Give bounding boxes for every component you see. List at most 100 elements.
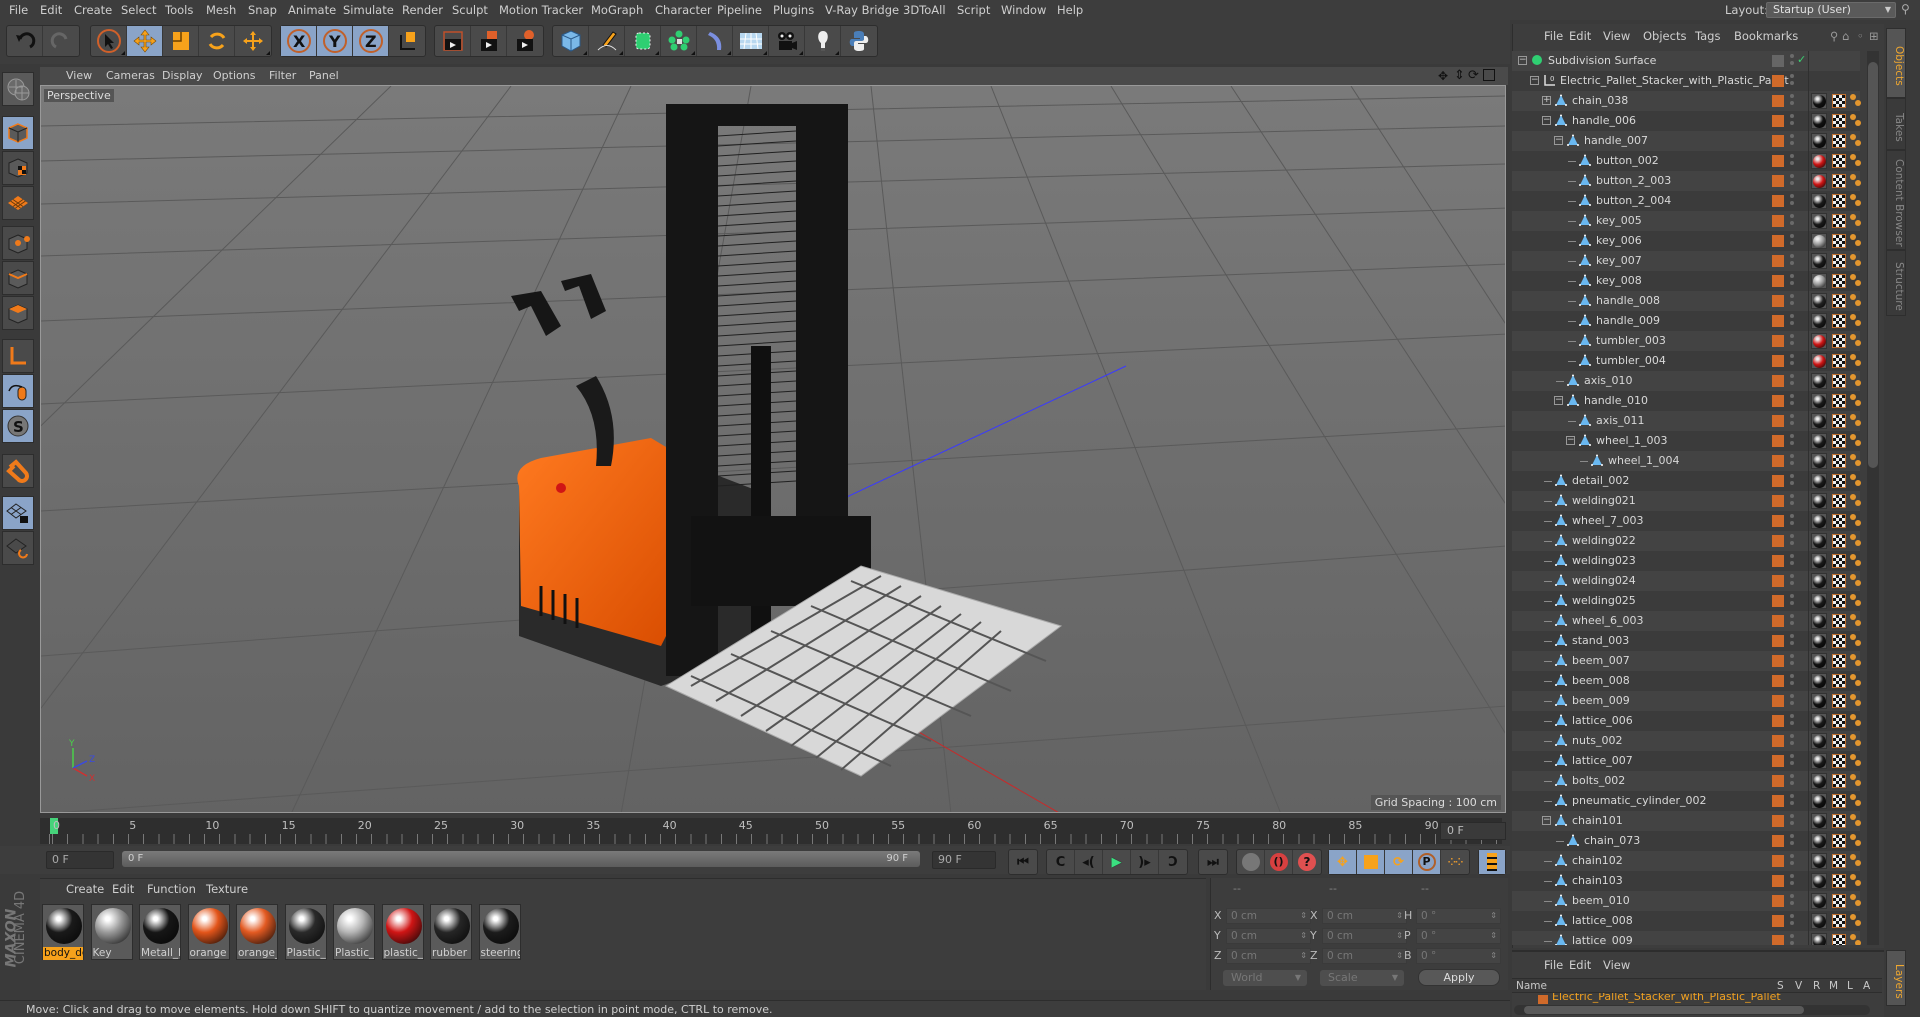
uvw-tag-icon[interactable]	[1832, 294, 1846, 308]
phong-tag-icon[interactable]	[1850, 674, 1862, 688]
object-row[interactable]: lattice_009	[1512, 931, 1861, 945]
end-frame-field[interactable]: 90 F	[932, 851, 996, 869]
add-deformer-button[interactable]	[697, 26, 733, 56]
object-row[interactable]: detail_002	[1512, 471, 1861, 491]
object-row[interactable]: bolts_002	[1512, 771, 1861, 791]
viewport-perspective[interactable]: Perspective Y X Z Grid Spacing: 100 cm	[40, 85, 1506, 813]
model-mode-button[interactable]	[2, 116, 34, 150]
menu-mograph[interactable]: MoGraph	[591, 3, 643, 17]
object-row[interactable]: wheel_6_003	[1512, 611, 1861, 631]
phong-tag-icon[interactable]	[1850, 274, 1862, 288]
object-row[interactable]: chain_073	[1512, 831, 1861, 851]
material-tag-icon[interactable]	[1811, 513, 1827, 529]
visibility-toggle[interactable]	[1790, 114, 1794, 128]
object-name[interactable]: tumbler_004	[1596, 354, 1666, 367]
layer-color-tag[interactable]	[1772, 855, 1784, 867]
z-axis-lock-button[interactable]: Z	[353, 26, 389, 56]
uvw-tag-icon[interactable]	[1832, 554, 1846, 568]
material-tag-icon[interactable]	[1811, 713, 1827, 729]
object-name[interactable]: stand_003	[1572, 634, 1629, 647]
object-name[interactable]: axis_010	[1584, 374, 1633, 387]
menu-sculpt[interactable]: Sculpt	[452, 3, 488, 17]
object-name[interactable]: welding024	[1572, 574, 1636, 587]
material-tag-icon[interactable]	[1811, 493, 1827, 509]
material-tag-icon[interactable]	[1811, 933, 1827, 945]
phong-tag-icon[interactable]	[1850, 434, 1862, 448]
lm-menu-edit[interactable]: Edit	[1569, 958, 1591, 972]
object-name[interactable]: welding025	[1572, 594, 1636, 607]
object-name[interactable]: lattice_008	[1572, 914, 1633, 927]
layer-color-tag[interactable]	[1772, 535, 1784, 547]
visibility-toggle[interactable]	[1790, 94, 1794, 108]
visibility-toggle[interactable]	[1790, 74, 1794, 88]
add-camera-button[interactable]	[769, 26, 805, 56]
spinner-icon[interactable]: ⇕	[1490, 929, 1497, 943]
phong-tag-icon[interactable]	[1850, 354, 1862, 368]
phong-tag-icon[interactable]	[1850, 734, 1862, 748]
layer-color-tag[interactable]	[1772, 215, 1784, 227]
collapse-icon[interactable]: −	[1542, 816, 1551, 825]
phong-tag-icon[interactable]	[1850, 694, 1862, 708]
material-tag-icon[interactable]	[1811, 393, 1827, 409]
phong-tag-icon[interactable]	[1850, 314, 1862, 328]
material-tag-icon[interactable]	[1811, 573, 1827, 589]
add-cube-button[interactable]	[553, 26, 589, 56]
phong-tag-icon[interactable]	[1850, 494, 1862, 508]
coord-value-field[interactable]: 0 cm ⇕	[1226, 908, 1311, 924]
uvw-tag-icon[interactable]	[1832, 714, 1846, 728]
object-name[interactable]: axis_011	[1596, 414, 1645, 427]
phong-tag-icon[interactable]	[1850, 374, 1862, 388]
phong-tag-icon[interactable]	[1850, 514, 1862, 528]
layer-color-tag[interactable]	[1772, 575, 1784, 587]
object-name[interactable]: welding023	[1572, 554, 1636, 567]
layer-color-tag[interactable]	[1772, 635, 1784, 647]
collapse-icon[interactable]: −	[1554, 396, 1563, 405]
autokey-button[interactable]: ()	[1265, 850, 1293, 874]
object-name[interactable]: pneumatic_cylinder_002	[1572, 794, 1706, 807]
maximize-view-icon[interactable]	[1483, 69, 1495, 81]
object-row[interactable]: beem_010	[1512, 891, 1861, 911]
material-tag-icon[interactable]	[1811, 373, 1827, 389]
y-axis-lock-button[interactable]: Y	[317, 26, 353, 56]
object-row[interactable]: lattice_008	[1512, 911, 1861, 931]
workplane-lock-button[interactable]	[2, 496, 34, 530]
spinner-icon[interactable]: ⇕	[1396, 949, 1403, 963]
material-tag-icon[interactable]	[1811, 133, 1827, 149]
object-name[interactable]: chain101	[1572, 814, 1623, 827]
layer-horizontal-scrollbar[interactable]	[1514, 1005, 1870, 1015]
key-rotation-button[interactable]: ⟳	[1385, 850, 1413, 874]
uvw-tag-icon[interactable]	[1832, 254, 1846, 268]
material-swatch[interactable]: Plastic_p	[333, 904, 375, 960]
uvw-tag-icon[interactable]	[1832, 894, 1846, 908]
material-tag-icon[interactable]	[1811, 113, 1827, 129]
start-frame-field[interactable]: 0 F	[46, 851, 114, 869]
material-swatch[interactable]: rubber	[430, 904, 472, 960]
layer-color-tag[interactable]	[1772, 495, 1784, 507]
phong-tag-icon[interactable]	[1850, 594, 1862, 608]
layer-color-tag[interactable]	[1772, 915, 1784, 927]
layer-color-tag[interactable]	[1772, 195, 1784, 207]
phong-tag-icon[interactable]	[1850, 214, 1862, 228]
phong-tag-icon[interactable]	[1850, 254, 1862, 268]
menu-character[interactable]: Character	[655, 3, 712, 17]
phong-tag-icon[interactable]	[1850, 414, 1862, 428]
snap-button[interactable]	[2, 454, 34, 488]
layer-color-tag[interactable]	[1772, 595, 1784, 607]
coord-value-field[interactable]: 0 ° ⇕	[1416, 948, 1501, 964]
apply-button[interactable]: Apply	[1418, 969, 1500, 986]
coord-value-field[interactable]: 0 cm ⇕	[1322, 928, 1407, 944]
layer-color-tag[interactable]	[1772, 875, 1784, 887]
object-name[interactable]: beem_007	[1572, 654, 1630, 667]
workplane-mode-button[interactable]	[2, 186, 34, 220]
spinner-icon[interactable]: ⇕	[1490, 909, 1497, 923]
menu-plugins[interactable]: Plugins	[773, 3, 814, 17]
uvw-tag-icon[interactable]	[1832, 614, 1846, 628]
material-tag-icon[interactable]	[1811, 473, 1827, 489]
om-menu-view[interactable]: View	[1603, 29, 1630, 43]
om-visibility-icon[interactable]: ◦	[1857, 29, 1864, 43]
current-frame-field[interactable]: 0 F	[1440, 822, 1506, 840]
menu-snap[interactable]: Snap	[248, 3, 277, 17]
visibility-toggle[interactable]	[1790, 694, 1794, 708]
polygons-mode-button[interactable]	[2, 296, 34, 330]
layer-color-tag[interactable]	[1772, 375, 1784, 387]
